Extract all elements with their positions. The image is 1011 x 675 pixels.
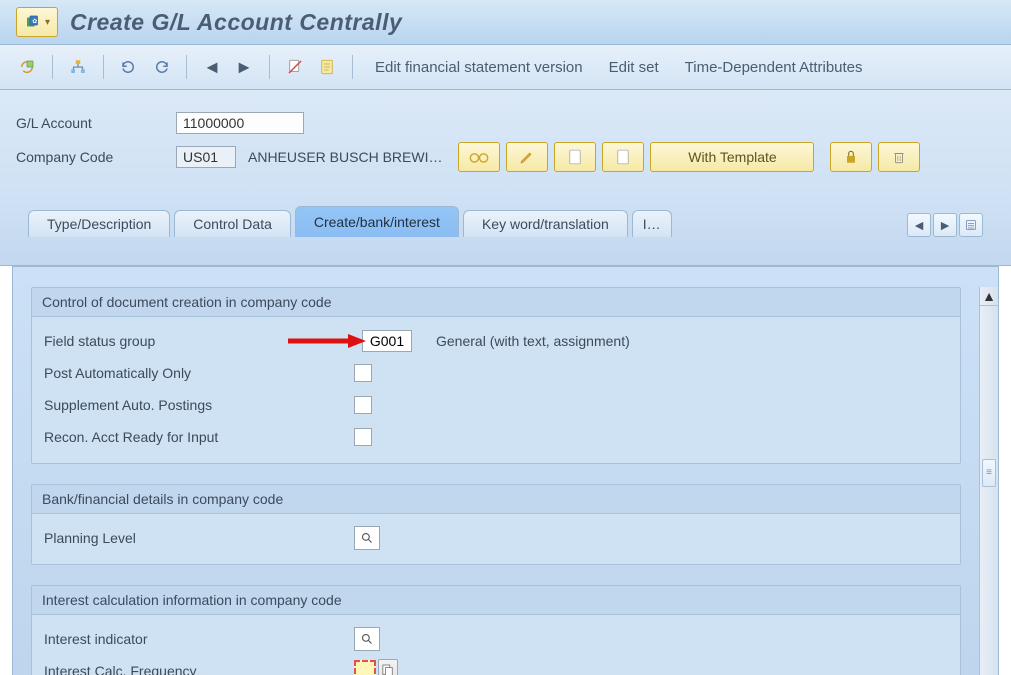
tab-more[interactable]: I… <box>632 210 672 237</box>
redo-icon[interactable] <box>150 56 172 78</box>
with-template-button[interactable]: With Template <box>650 142 814 172</box>
interest-indicator-label: Interest indicator <box>44 631 354 647</box>
copy-button[interactable] <box>602 142 644 172</box>
scroll-grip[interactable]: ≡ <box>982 459 996 487</box>
tabs-row: Type/Description Control Data Create/ban… <box>16 174 995 237</box>
time-dependent-button[interactable]: Time-Dependent Attributes <box>677 55 871 80</box>
post-auto-checkbox[interactable] <box>354 364 372 382</box>
tab-nav-prev[interactable]: ◄ <box>907 213 931 237</box>
company-code-input[interactable] <box>176 146 236 168</box>
toolbar: ◄ ► Edit financial statement version Edi… <box>0 45 1011 90</box>
recon-acct-checkbox[interactable] <box>354 428 372 446</box>
refresh-icon[interactable] <box>16 56 38 78</box>
header-area: G/L Account Company Code ANHEUSER BUSCH … <box>0 90 1011 266</box>
edit-button[interactable] <box>506 142 548 172</box>
page-icon <box>616 149 630 165</box>
display-button[interactable] <box>458 142 500 172</box>
edit-set-button[interactable]: Edit set <box>601 55 667 80</box>
main-panel: Control of document creation in company … <box>12 266 999 675</box>
supplement-auto-checkbox[interactable] <box>354 396 372 414</box>
planning-level-label: Planning Level <box>44 530 354 546</box>
delete-button[interactable] <box>878 142 920 172</box>
dropdown-icon: ▾ <box>45 17 50 28</box>
search-icon <box>361 532 373 544</box>
section-interest-title: Interest calculation information in comp… <box>32 586 960 615</box>
app-icon: ✿ <box>24 13 42 31</box>
next-icon[interactable]: ► <box>233 56 255 78</box>
titlebar: ✿ ▾ Create G/L Account Centrally <box>0 0 1011 45</box>
recon-acct-label: Recon. Acct Ready for Input <box>44 429 354 445</box>
hierarchy-icon[interactable] <box>67 56 89 78</box>
interest-indicator-input[interactable] <box>354 627 380 651</box>
tab-create-bank-interest[interactable]: Create/bank/interest <box>295 206 459 237</box>
field-status-group-input[interactable] <box>362 330 412 352</box>
trash-icon <box>892 149 906 165</box>
delete-doc-icon[interactable] <box>284 56 306 78</box>
section-bank: Bank/financial details in company code P… <box>31 484 961 565</box>
app-menu-button[interactable]: ✿ ▾ <box>16 7 58 37</box>
tab-control-data[interactable]: Control Data <box>174 210 291 237</box>
tab-type-description[interactable]: Type/Description <box>28 210 170 237</box>
gl-account-input[interactable] <box>176 112 304 134</box>
svg-text:✿: ✿ <box>32 18 37 25</box>
page-title: Create G/L Account Centrally <box>70 9 402 36</box>
prev-icon[interactable]: ◄ <box>201 56 223 78</box>
value-help-icon <box>382 664 394 675</box>
list-icon <box>965 219 977 231</box>
interest-calc-freq-input[interactable] <box>354 660 376 675</box>
edit-statement-button[interactable]: Edit financial statement version <box>367 55 591 80</box>
lock-button[interactable] <box>830 142 872 172</box>
document-icon[interactable] <box>316 56 338 78</box>
post-auto-label: Post Automatically Only <box>44 365 354 381</box>
scroll-up-icon[interactable]: ▲ <box>980 287 998 306</box>
tab-keyword-translation[interactable]: Key word/translation <box>463 210 628 237</box>
company-code-name: ANHEUSER BUSCH BREWI… <box>248 149 442 165</box>
section-interest: Interest calculation information in comp… <box>31 585 961 675</box>
scroll-track[interactable]: ≡ <box>980 306 998 675</box>
section-control: Control of document creation in company … <box>31 287 961 464</box>
lock-icon <box>844 149 858 165</box>
gl-account-label: G/L Account <box>16 115 176 131</box>
page-icon <box>568 149 582 165</box>
search-icon <box>361 633 373 645</box>
arrow-annotation <box>284 332 368 350</box>
tab-nav-next[interactable]: ► <box>933 213 957 237</box>
supplement-auto-label: Supplement Auto. Postings <box>44 397 354 413</box>
interest-calc-freq-label: Interest Calc. Frequency <box>44 663 354 675</box>
section-bank-title: Bank/financial details in company code <box>32 485 960 514</box>
glasses-icon <box>468 150 490 164</box>
vertical-scrollbar[interactable]: ▲ ≡ ▼ <box>979 287 998 675</box>
value-help-button[interactable] <box>378 659 398 675</box>
undo-icon[interactable] <box>118 56 140 78</box>
company-code-label: Company Code <box>16 149 176 165</box>
section-control-title: Control of document creation in company … <box>32 288 960 317</box>
tab-nav-list[interactable] <box>959 213 983 237</box>
new-button[interactable] <box>554 142 596 172</box>
pencil-icon <box>519 149 535 165</box>
field-status-group-label: Field status group <box>44 333 284 349</box>
planning-level-input[interactable] <box>354 526 380 550</box>
field-status-group-desc: General (with text, assignment) <box>436 333 630 349</box>
